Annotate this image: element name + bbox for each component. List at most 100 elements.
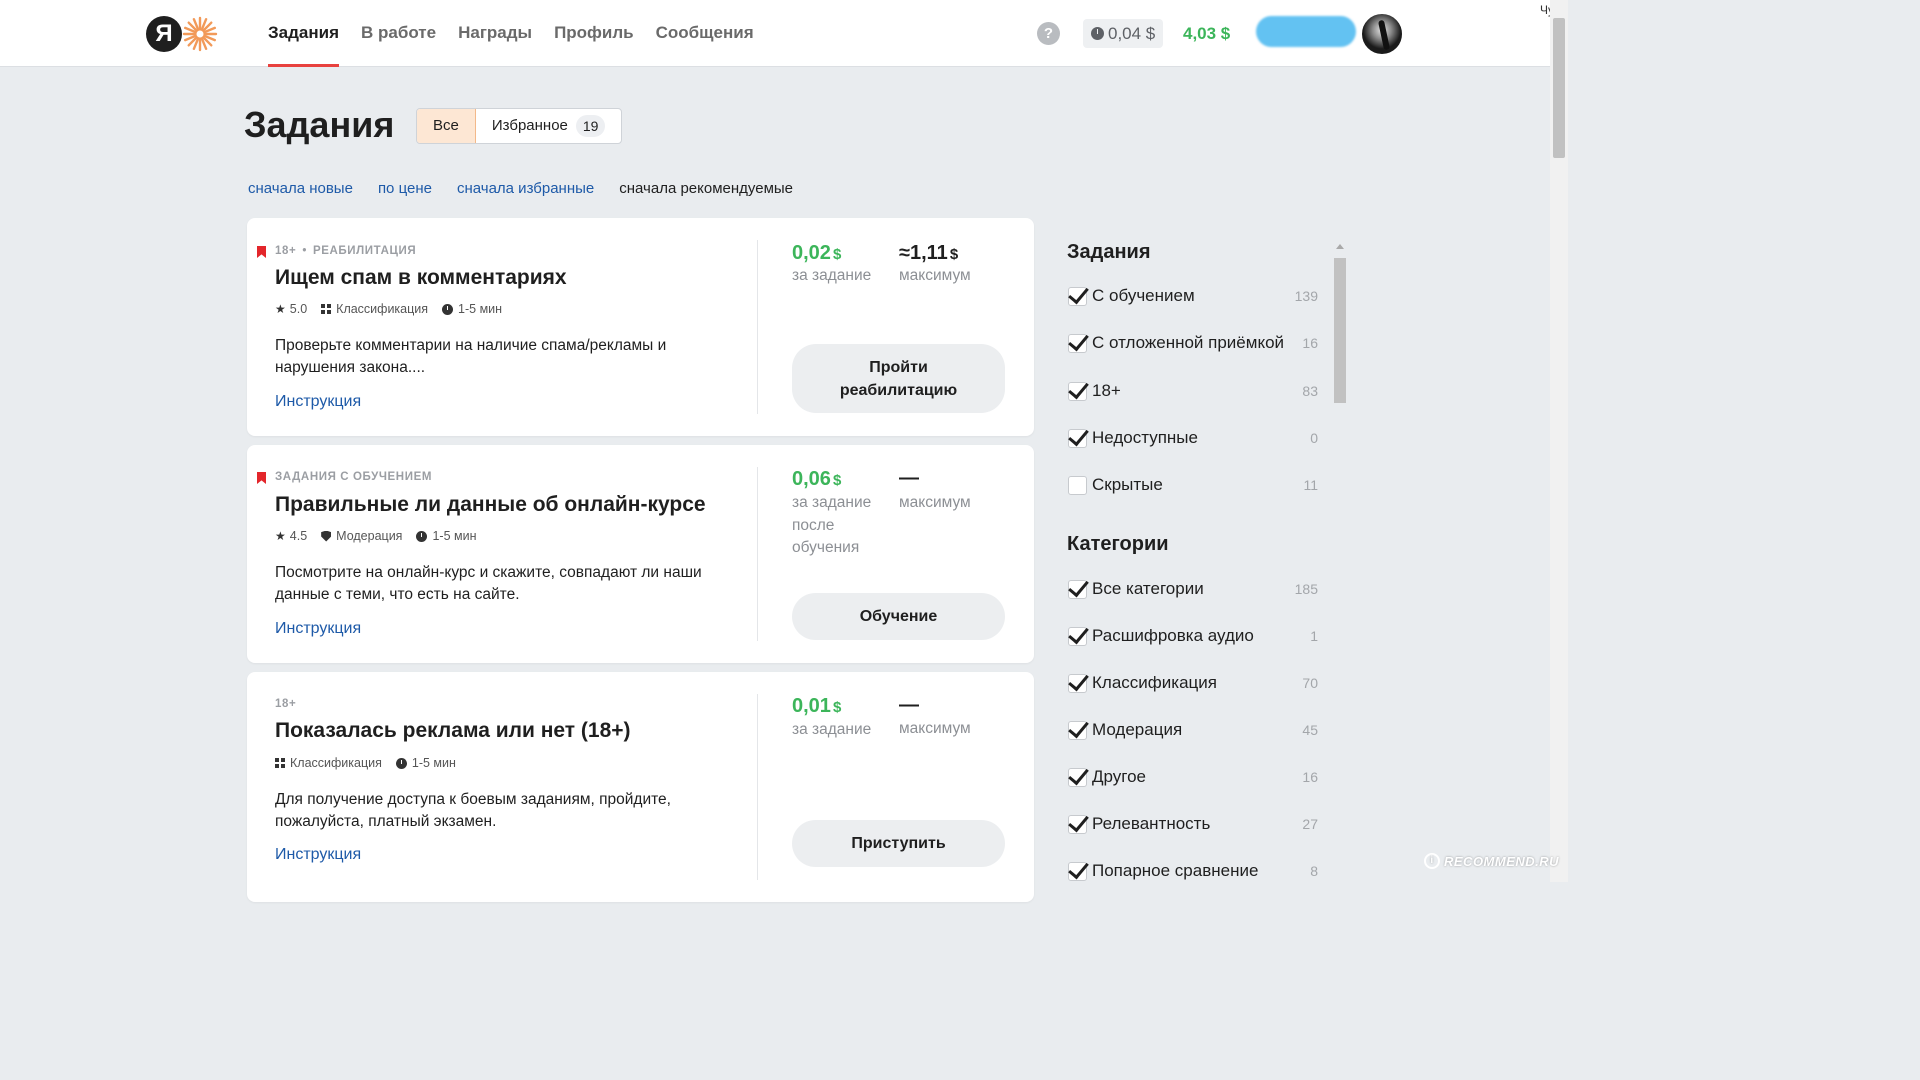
task-title[interactable]: Показалась реклама или нет (18+) [275,719,631,743]
filter-adult[interactable]: 18+ 83 [1068,379,1318,403]
favorites-count-badge: 19 [575,115,606,137]
category-classification[interactable]: Классификация 70 [1068,671,1318,695]
checkbox-checked[interactable] [1068,673,1087,693]
start-button[interactable]: Приступить [792,820,1005,867]
task-title[interactable]: Правильные ли данные об онлайн-курсе [275,493,706,517]
tag-training: ЗАДАНИЯ С ОБУЧЕНИЕМ [275,471,433,483]
filters-sidebar: Задания С обучением 139 С отложенной приё… [1054,232,1336,882]
segment-all[interactable]: Все [417,109,476,143]
task-rating: ★ 4.5 [275,529,307,543]
page-scroll-thumb[interactable] [1553,18,1565,158]
max-value: — [899,467,919,489]
nav-tasks[interactable]: Задания [268,0,339,67]
checkbox-checked[interactable] [1068,767,1087,787]
task-time: 1-5 мин [442,302,502,316]
filter-delayed-acceptance[interactable]: С отложенной приёмкой 16 [1068,331,1318,355]
avatar[interactable] [1360,12,1404,56]
help-icon[interactable]: ? [1037,22,1060,45]
checkbox-checked[interactable] [1068,814,1087,834]
checkbox-checked[interactable] [1068,333,1087,353]
filter-count: 11 [1303,477,1318,493]
task-card[interactable]: ЗАДАНИЯ С ОБУЧЕНИЕМ Правильные ли данные… [247,445,1034,663]
category-audio-transcription[interactable]: Расшифровка аудио 1 [1068,624,1318,648]
filter-unavailable[interactable]: Недоступные 0 [1068,426,1318,450]
task-card[interactable]: 18+ Показалась реклама или нет (18+) Кла… [247,672,1034,902]
filter-count: 185 [1294,581,1318,597]
bookmark-icon[interactable] [257,246,266,258]
filter-count: 16 [1302,769,1318,785]
max-label: максимум [899,267,971,284]
filter-label: Попарное сравнение [1092,861,1259,880]
yandex-toloka-logo[interactable]: Я [146,16,218,52]
page-scrollbar[interactable] [1550,0,1568,882]
checkbox-checked[interactable] [1068,286,1087,306]
category-other[interactable]: Другое 16 [1068,765,1318,789]
price-currency: $ [832,472,842,489]
watermark-text: RECOMMEND.RU [1444,853,1560,869]
card-divider [757,694,758,880]
sort-by-price[interactable]: по цене [378,180,432,197]
checkbox-checked[interactable] [1068,720,1087,740]
category-pairwise-comparison[interactable]: Попарное сравнение 8 [1068,859,1318,883]
time-value: 1-5 мин [411,756,456,770]
shield-icon [321,530,332,542]
checkbox-checked[interactable] [1068,381,1087,401]
nav-rewards[interactable]: Награды [458,0,532,67]
instruction-link[interactable]: Инструкция [275,620,361,638]
task-max-earnings: — [899,694,919,717]
scroll-up-arrow-icon[interactable] [1336,244,1344,249]
checkbox-checked[interactable] [1068,626,1087,646]
training-button[interactable]: Обучение [792,593,1005,640]
pending-balance[interactable]: 0,04 $ [1083,19,1164,48]
filters-categories-title: Категории [1067,533,1169,555]
task-time: 1-5 мин [395,756,456,770]
sidebar-scroll-thumb[interactable] [1334,258,1346,403]
nav-in-progress[interactable]: В работе [361,0,436,67]
checkbox-checked[interactable] [1068,861,1087,881]
task-tags: ЗАДАНИЯ С ОБУЧЕНИЕМ [275,471,432,483]
filter-label: Расшифровка аудио [1092,626,1254,645]
tag-age: 18+ [275,245,297,257]
instruction-link[interactable]: Инструкция [275,393,361,411]
username-redacted[interactable] [1256,16,1356,47]
category-moderation[interactable]: Модерация 45 [1068,718,1318,742]
task-card[interactable]: 18+ • РЕАБИЛИТАЦИЯ Ищем спам в комментария… [247,218,1034,436]
category-value: Классификация [290,756,382,770]
checkbox-unchecked[interactable] [1068,475,1087,495]
grid-icon [321,304,332,314]
filter-with-training[interactable]: С обучением 139 [1068,284,1318,308]
price-label: за задание [792,721,872,738]
segment-favorites[interactable]: Избранное 19 [476,109,622,143]
category-all[interactable]: Все категории 185 [1068,577,1318,601]
checkbox-checked[interactable] [1068,579,1087,599]
clock-icon [416,530,428,542]
bookmark-icon[interactable] [257,472,266,484]
nav-messages[interactable]: Сообщения [656,0,754,67]
max-value: — [899,694,919,716]
card-divider [757,467,758,641]
sort-newest[interactable]: сначала новые [248,180,353,197]
max-label: максимум [899,720,971,737]
task-list-switcher: Все Избранное 19 [416,108,623,144]
filter-label: 18+ [1092,381,1121,400]
filter-count: 27 [1302,816,1318,832]
checkbox-checked[interactable] [1068,428,1087,448]
filter-count: 45 [1302,722,1318,738]
filter-label: С отложенной приёмкой [1092,333,1285,352]
price-label: за задание после обучения [792,494,872,556]
category-value: Классификация [336,302,429,316]
sort-favorites-first[interactable]: сначала избранные [457,180,594,197]
card-divider [757,240,758,414]
filter-count: 0 [1310,430,1318,446]
filter-label: Релевантность [1092,814,1211,833]
sidebar-scrollbar[interactable] [1334,244,1347,882]
task-price: 0,02 $ [792,242,841,265]
category-relevance[interactable]: Релевантность 27 [1068,812,1318,836]
rehabilitation-button[interactable]: Пройти реабилитацию [792,344,1005,413]
task-title[interactable]: Ищем спам в комментариях [275,266,567,290]
instruction-link[interactable]: Инструкция [275,846,361,864]
rating-value: 4.5 [289,529,308,543]
filter-hidden[interactable]: Скрытые 11 [1068,473,1318,497]
account-balance[interactable]: 4,03 $ [1183,20,1230,47]
nav-profile[interactable]: Профиль [554,0,634,67]
